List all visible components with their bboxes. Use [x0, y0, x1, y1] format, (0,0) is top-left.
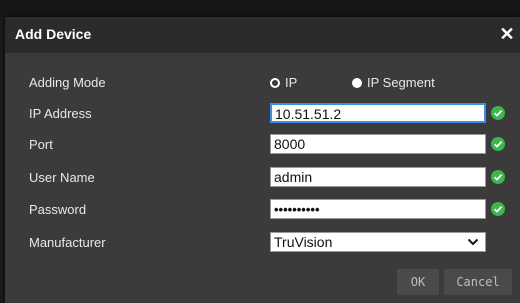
manufacturer-select[interactable]: TruVision [270, 232, 486, 252]
background-window [0, 0, 520, 17]
radio-selected-icon [270, 77, 280, 88]
port-label: Port [29, 137, 53, 152]
user-name-input[interactable]: admin [270, 167, 486, 187]
adding-mode-label: Adding Mode [29, 75, 106, 90]
manufacturer-row: Manufacturer TruVision [5, 232, 520, 254]
user-name-row: User Name admin [5, 167, 520, 189]
close-icon[interactable]: ✕ [496, 23, 518, 45]
valid-check-icon [491, 202, 505, 216]
adding-mode-row: Adding Mode IP IP Segment [5, 72, 520, 94]
radio-ip-segment[interactable]: IP Segment [352, 75, 435, 90]
ok-button[interactable]: OK [397, 269, 439, 295]
user-name-label: User Name [29, 170, 95, 185]
radio-ip-segment-label: IP Segment [367, 75, 435, 90]
dialog-title: Add Device [15, 26, 92, 42]
ip-address-row: IP Address 10.51.51.2 [5, 103, 520, 125]
ip-address-input[interactable]: 10.51.51.2 [270, 103, 486, 123]
cancel-button[interactable]: Cancel [444, 269, 512, 295]
manufacturer-selected-value: TruVision [274, 234, 333, 250]
radio-ip-label: IP [285, 75, 298, 90]
password-input[interactable]: •••••••••• [270, 199, 486, 219]
manufacturer-label: Manufacturer [29, 235, 106, 250]
valid-check-icon [491, 137, 505, 151]
radio-ip[interactable]: IP [270, 75, 297, 90]
valid-check-icon [491, 106, 505, 120]
password-label: Password [29, 202, 87, 217]
port-input[interactable]: 8000 [270, 134, 486, 154]
valid-check-icon [491, 170, 505, 184]
port-row: Port 8000 [5, 134, 520, 156]
chevron-down-icon [467, 238, 479, 246]
radio-unselected-icon [352, 77, 362, 88]
ip-address-label: IP Address [29, 106, 92, 121]
add-device-dialog: Add Device ✕ Adding Mode IP IP Segment I… [5, 17, 520, 303]
password-row: Password •••••••••• [5, 199, 520, 221]
dialog-titlebar: Add Device ✕ [5, 17, 520, 53]
